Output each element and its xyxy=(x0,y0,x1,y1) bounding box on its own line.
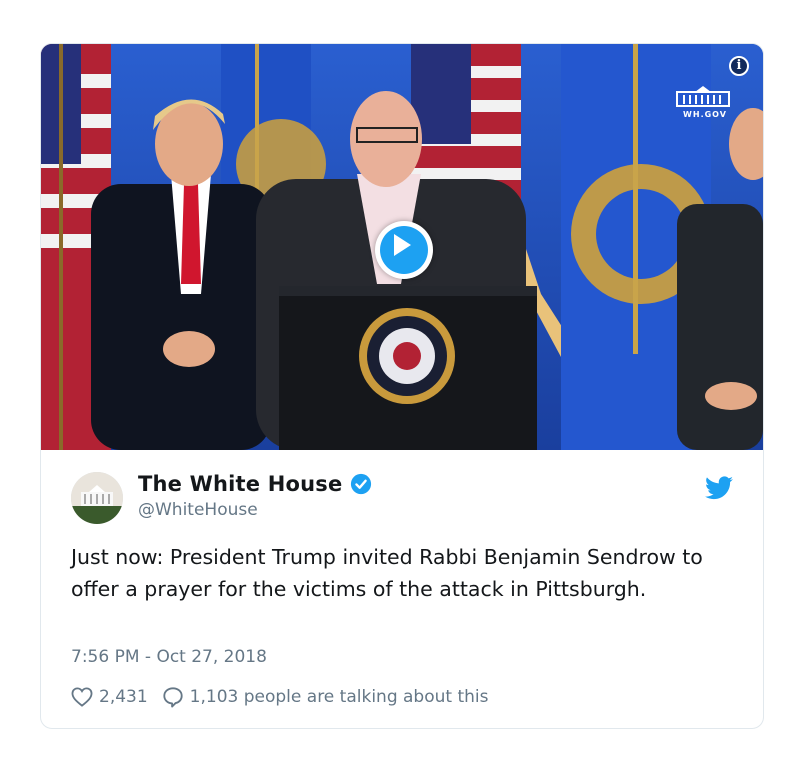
tweet-timestamp[interactable]: 7:56 PM - Oct 27, 2018 xyxy=(71,647,267,667)
tweet-actions: 2,431 1,103 people are talking about thi… xyxy=(71,686,488,708)
verified-badge-icon xyxy=(351,473,372,495)
tweet-text: Just now: President Trump invited Rabbi … xyxy=(71,545,703,601)
info-icon[interactable]: i xyxy=(729,56,749,76)
reply-bubble-icon xyxy=(163,687,183,708)
author-name-row[interactable]: The White House xyxy=(138,470,372,498)
avatar[interactable] xyxy=(71,472,123,524)
twitter-bird-icon[interactable] xyxy=(705,476,733,500)
reply-action[interactable]: 1,103 people are talking about this xyxy=(162,686,489,708)
watermark-text: WH.GOV xyxy=(683,110,727,119)
user-handle[interactable]: @WhiteHouse xyxy=(138,500,258,520)
talking-count: 1,103 people are talking about this xyxy=(189,687,489,707)
like-action[interactable]: 2,431 xyxy=(71,687,148,707)
play-button[interactable] xyxy=(375,221,433,279)
like-count: 2,431 xyxy=(99,687,148,707)
tweet-embed-card: WH.GOV i The White House @WhiteHouse Jus… xyxy=(40,43,764,729)
whitehouse-avatar-image xyxy=(71,472,123,524)
whitehouse-building-icon xyxy=(676,86,730,107)
play-icon xyxy=(394,234,411,256)
podium xyxy=(279,286,537,450)
heart-icon xyxy=(71,687,93,707)
display-name[interactable]: The White House xyxy=(138,472,342,496)
video-thumbnail[interactable]: WH.GOV i xyxy=(41,44,763,450)
whitehouse-watermark: WH.GOV xyxy=(675,86,735,119)
